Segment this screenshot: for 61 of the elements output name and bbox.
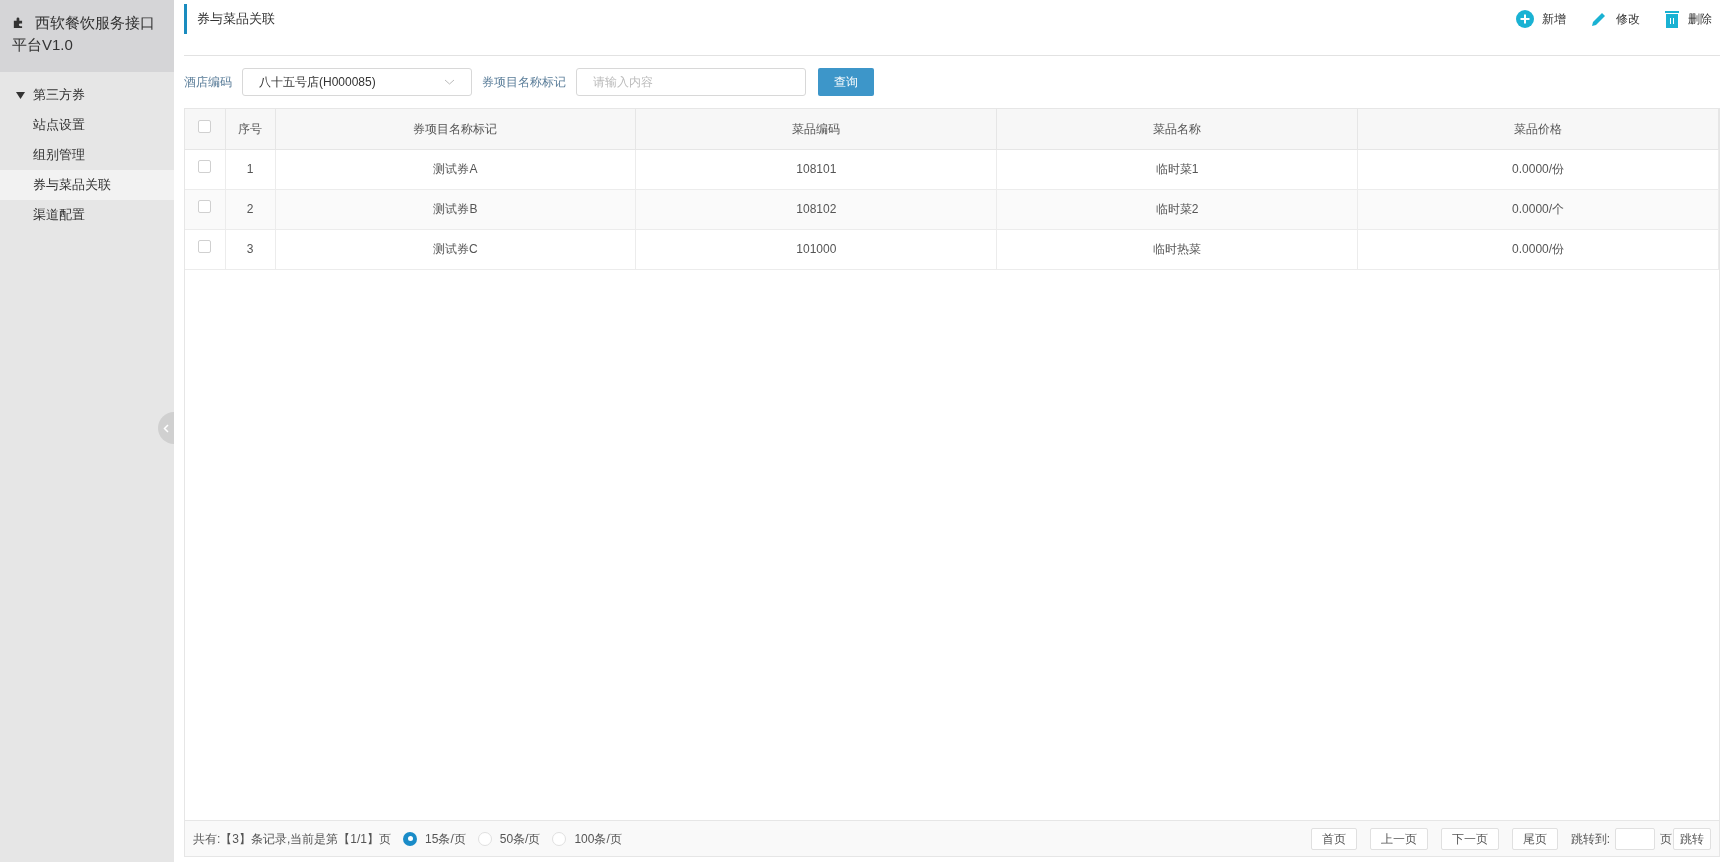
filter-label: 券项目名称标记 — [482, 74, 566, 91]
row-checkbox[interactable] — [198, 200, 212, 213]
radio[interactable] — [477, 831, 492, 846]
page-unit: 页 — [1660, 830, 1672, 848]
hotel-select[interactable]: 八十五号店(H000085) — [242, 68, 472, 96]
table-cell: 0.0000/份 — [1357, 149, 1719, 189]
table-cell: 测试券B — [275, 189, 636, 229]
table-cell: 临时热菜 — [996, 229, 1358, 269]
table-cell: 临时菜1 — [996, 149, 1358, 189]
jump-input[interactable] — [1615, 827, 1655, 850]
chevron-left-icon — [163, 423, 169, 433]
trash-icon — [1664, 9, 1680, 28]
column-header: 菜品价格 — [1357, 109, 1719, 149]
page-button[interactable]: 下一页 — [1440, 827, 1499, 850]
table-cell: 3 — [225, 229, 275, 269]
row-checkbox[interactable] — [198, 160, 212, 173]
page-button[interactable]: 尾页 — [1511, 827, 1558, 850]
jump-button[interactable]: 跳转 — [1673, 827, 1711, 850]
toolbar-button[interactable]: 修改 — [1590, 9, 1640, 28]
puzzle-icon — [12, 16, 23, 28]
table-cell: 测试券A — [275, 149, 636, 189]
select-all-checkbox[interactable] — [198, 119, 212, 133]
table-cell: 0.0000/个 — [1357, 189, 1719, 229]
app-title: 西软餐饮服务接口平台V1.0 — [12, 13, 156, 55]
page-title: 券与菜品关联 — [184, 3, 275, 34]
group-label: 第三方券 — [33, 86, 85, 105]
collapse-handle[interactable] — [158, 412, 174, 444]
table-cell: 临时菜2 — [996, 189, 1358, 229]
caret-icon — [16, 91, 25, 99]
page-size-option[interactable]: 15条/页 — [403, 829, 466, 848]
column-header: 菜品编码 — [635, 109, 997, 149]
table-cell: 2 — [225, 189, 275, 229]
page-button[interactable]: 首页 — [1310, 827, 1357, 850]
page-size-option[interactable]: 50条/页 — [477, 829, 541, 848]
record-summary: 共有:【3】条记录,当前是第【1/1】页 — [193, 830, 392, 848]
toolbar-button[interactable]: 新增 — [1516, 9, 1566, 28]
chevron-down-icon — [444, 79, 455, 85]
sidebar-item[interactable]: 券与菜品关联 — [0, 170, 174, 200]
column-header: 券项目名称标记 — [275, 109, 636, 149]
plus-circle-icon — [1516, 9, 1534, 28]
page-button[interactable]: 上一页 — [1369, 827, 1428, 850]
sidebar-item[interactable]: 站点设置 — [0, 110, 174, 140]
radio[interactable] — [403, 831, 418, 846]
column-header: 序号 — [225, 109, 275, 149]
coupon-input[interactable]: 请输入内容 — [576, 68, 806, 96]
filter-label: 酒店编码 — [184, 74, 232, 91]
sidebar-item[interactable]: 组别管理 — [0, 140, 174, 170]
page-size-option[interactable]: 100条/页 — [552, 829, 622, 848]
toolbar-button[interactable]: 删除 — [1664, 9, 1712, 28]
table-cell: 测试券C — [275, 229, 636, 269]
table-cell: 108101 — [635, 149, 997, 189]
table-cell: 0.0000/份 — [1357, 229, 1719, 269]
sidebar-item[interactable]: 渠道配置 — [0, 200, 174, 230]
column-header: 菜品名称 — [996, 109, 1358, 149]
radio[interactable] — [552, 831, 567, 846]
table-cell: 1 — [225, 149, 275, 189]
row-checkbox[interactable] — [198, 240, 212, 253]
table-cell: 101000 — [635, 229, 997, 269]
table-cell: 108102 — [635, 189, 997, 229]
jump-label: 跳转到: — [1570, 830, 1610, 848]
sidebar-group[interactable]: 第三方券 — [0, 80, 174, 110]
